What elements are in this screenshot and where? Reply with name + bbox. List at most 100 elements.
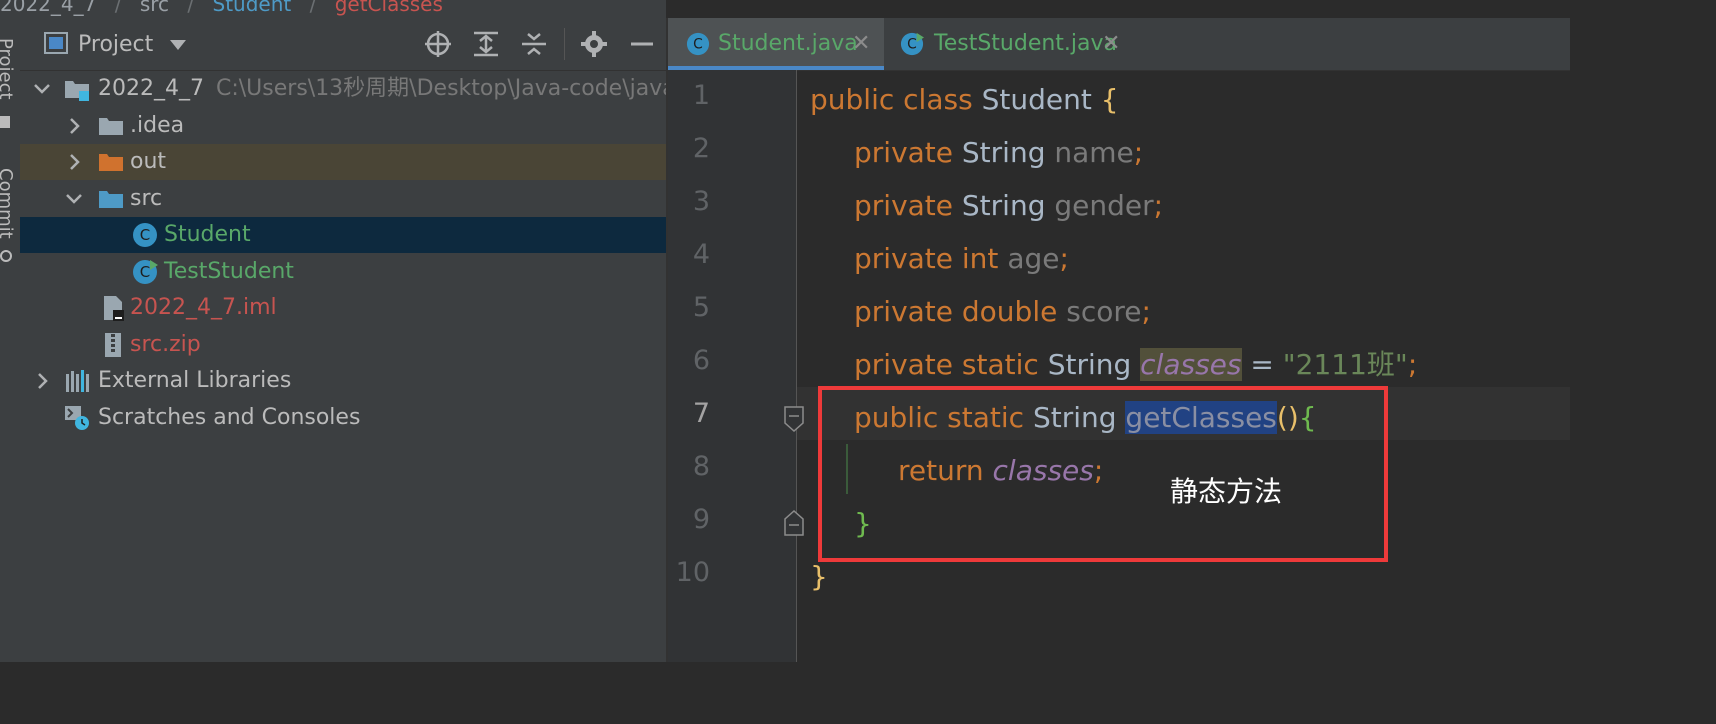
source-folder-icon xyxy=(99,191,123,208)
code-line-6[interactable]: private static String classes = "2111班"; xyxy=(854,345,1417,385)
tree-item-iml[interactable]: 2022_4_7.iml xyxy=(20,290,666,326)
close-icon[interactable]: ✕ xyxy=(1102,18,1120,70)
field: score xyxy=(1066,295,1142,328)
chevron-down-icon[interactable] xyxy=(62,181,86,217)
keyword: public xyxy=(810,83,895,116)
tree-item-label: 2022_4_7.iml xyxy=(130,295,277,320)
keyword: private xyxy=(854,295,953,328)
tree-item-label: Student xyxy=(164,222,251,247)
unfold-icon[interactable] xyxy=(784,510,804,536)
fold-icon[interactable] xyxy=(784,406,804,432)
gear-icon[interactable] xyxy=(580,30,608,58)
class-icon: C xyxy=(133,223,157,247)
breadcrumb-project[interactable]: 2022_4_7 xyxy=(0,0,96,16)
field: name xyxy=(1054,136,1134,169)
tree-item-student[interactable]: C Student xyxy=(20,217,666,253)
expand-all-icon[interactable] xyxy=(472,30,500,58)
keyword: private xyxy=(854,242,953,275)
tree-item-label: src xyxy=(130,186,163,211)
hide-icon[interactable] xyxy=(628,30,656,58)
code-line-10[interactable]: } xyxy=(810,557,828,597)
line-number: 9 xyxy=(692,504,710,535)
locate-icon[interactable] xyxy=(424,30,452,58)
tree-item-project-root[interactable]: 2022_4_7 C:\Users\13秒周期\Desktop\Java-code… xyxy=(20,71,709,107)
excluded-folder-icon xyxy=(99,154,123,171)
code-line-4[interactable]: private int age; xyxy=(854,239,1069,279)
breadcrumb-separator: / xyxy=(114,0,122,16)
tree-item-label: TestStudent xyxy=(164,259,294,284)
project-panel-header: Project xyxy=(20,18,666,71)
tab-label: TestStudent.java xyxy=(934,31,1118,56)
semicolon: ; xyxy=(1153,189,1164,222)
tree-item-label: src.zip xyxy=(130,332,201,357)
scratches-icon xyxy=(65,406,89,430)
code-line-3[interactable]: private String gender; xyxy=(854,186,1163,226)
tree-item-external-libraries[interactable]: External Libraries xyxy=(20,363,666,399)
project-view-icon xyxy=(44,32,68,54)
project-view-selector[interactable]: Project xyxy=(78,32,153,57)
annotation-highlight-box xyxy=(818,386,1388,562)
type: int xyxy=(961,242,999,275)
code-line-5[interactable]: private double score; xyxy=(854,292,1151,332)
tree-item-idea[interactable]: .idea xyxy=(20,108,666,144)
close-icon[interactable]: ✕ xyxy=(852,18,870,70)
tab-student-java[interactable]: C Student.java ✕ xyxy=(668,18,884,70)
tree-item-teststudent[interactable]: C TestStudent xyxy=(20,254,666,290)
class-name: Student xyxy=(981,83,1092,116)
divider xyxy=(564,28,565,60)
field: age xyxy=(1007,242,1060,275)
runnable-class-icon: C xyxy=(133,260,158,284)
project-panel: Project 2022_4_7 C:\Users\13秒周期\Desktop\… xyxy=(20,18,709,662)
line-number: 5 xyxy=(692,292,710,323)
tree-item-srczip[interactable]: src.zip xyxy=(20,327,666,363)
breadcrumb: 2022_4_7 / src / Student / getClasses xyxy=(0,0,666,18)
tree-item-src[interactable]: src xyxy=(20,181,666,217)
tree-item-out[interactable]: out xyxy=(20,144,666,180)
module-file-icon xyxy=(104,296,124,321)
collapse-all-icon[interactable] xyxy=(520,30,548,58)
commit-icon xyxy=(0,250,12,262)
chevron-right-icon[interactable] xyxy=(62,108,86,144)
runnable-class-icon: C xyxy=(900,32,924,56)
commit-tool-button[interactable]: Commit xyxy=(0,168,16,239)
tree-item-label: .idea xyxy=(130,113,185,138)
libraries-icon xyxy=(66,370,89,392)
line-number: 8 xyxy=(692,451,710,482)
breadcrumb-separator: / xyxy=(309,0,317,16)
type: String xyxy=(1047,348,1132,381)
chevron-down-icon[interactable] xyxy=(170,40,186,50)
type: String xyxy=(961,189,1046,222)
tree-item-label: External Libraries xyxy=(98,368,292,393)
operator: = xyxy=(1250,348,1274,381)
keyword: class xyxy=(903,83,973,116)
svg-text:C: C xyxy=(693,37,703,53)
semicolon: ; xyxy=(1133,136,1144,169)
code-line-2[interactable]: private String name; xyxy=(854,133,1143,173)
breadcrumb-src[interactable]: src xyxy=(140,0,169,16)
tree-item-scratches[interactable]: Scratches and Consoles xyxy=(20,400,666,436)
breadcrumb-class[interactable]: Student xyxy=(213,0,292,16)
static-field: classes xyxy=(1140,348,1242,381)
line-number: 3 xyxy=(692,186,710,217)
project-tool-button[interactable]: Project xyxy=(0,38,16,100)
chevron-right-icon[interactable] xyxy=(62,144,86,180)
breadcrumb-method[interactable]: getClasses xyxy=(335,0,443,16)
folder-icon xyxy=(99,118,123,135)
tree-item-label: out xyxy=(130,149,167,174)
svg-text:C: C xyxy=(907,37,917,53)
semicolon: ; xyxy=(1407,348,1418,381)
editor-tabs: C Student.java ✕ C TestStudent.java ✕ xyxy=(668,18,1570,71)
brace: } xyxy=(810,560,828,593)
chevron-down-icon[interactable] xyxy=(30,71,54,107)
semicolon: ; xyxy=(1141,295,1151,328)
code-editor: C Student.java ✕ C TestStudent.java ✕ 1 … xyxy=(666,18,1570,662)
code-line-1[interactable]: public class Student { xyxy=(810,80,1119,120)
tool-window-strip: Project Commit xyxy=(0,18,21,662)
semicolon: ; xyxy=(1059,242,1069,275)
annotation-label: 静态方法 xyxy=(1170,475,1283,508)
type: double xyxy=(961,295,1058,328)
tab-teststudent-java[interactable]: C TestStudent.java ✕ xyxy=(884,18,1134,70)
field: gender xyxy=(1054,189,1154,222)
chevron-right-icon[interactable] xyxy=(30,363,54,399)
line-number: 7 xyxy=(692,398,710,429)
